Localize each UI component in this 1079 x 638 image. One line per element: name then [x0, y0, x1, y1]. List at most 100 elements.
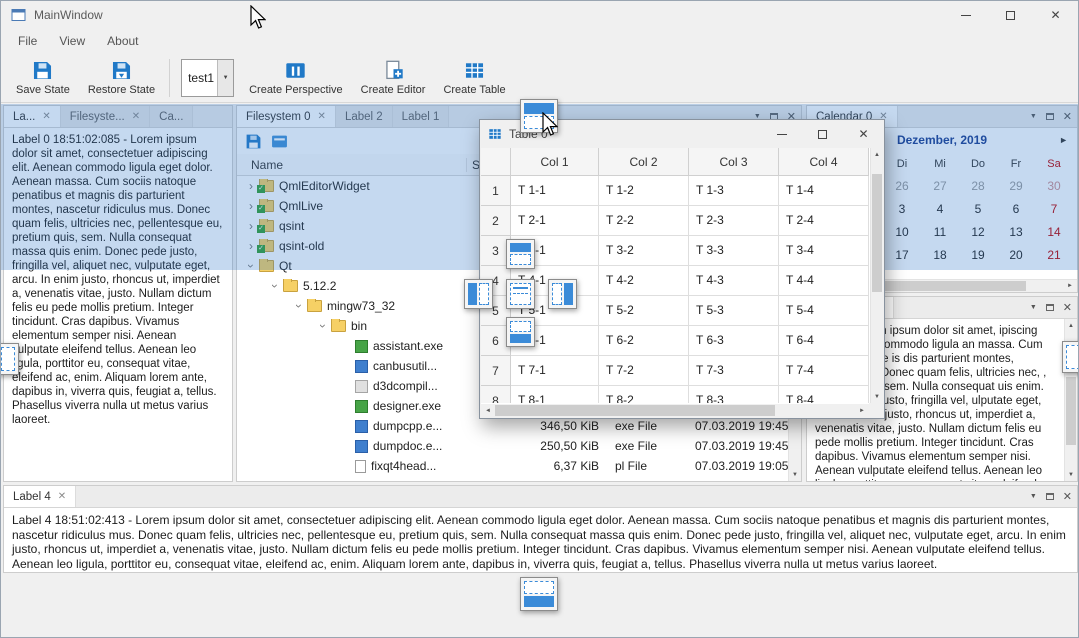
table-cell[interactable]: T 1-2 — [599, 176, 689, 206]
tree-name-cell: ›bin — [237, 319, 467, 333]
table-cell[interactable]: T 7-4 — [779, 356, 869, 386]
drop-indicator-fill — [510, 334, 531, 343]
scroll-right-icon[interactable]: ► — [855, 404, 869, 417]
table-cell[interactable]: T 3-4 — [779, 236, 869, 266]
table-cell[interactable]: T 7-3 — [689, 356, 779, 386]
table-cell[interactable]: T 1-1 — [511, 176, 599, 206]
tabs-menu-icon[interactable]: ▼ — [1030, 493, 1037, 500]
table-hscrollbar[interactable]: ◄ ► — [481, 404, 869, 417]
create-perspective-button[interactable]: Create Perspective — [240, 55, 352, 101]
table-cell[interactable]: T 6-4 — [779, 326, 869, 356]
expander-icon[interactable]: › — [292, 299, 306, 313]
drop-indicator-window-right[interactable] — [1062, 341, 1079, 373]
restore-state-button[interactable]: Restore State — [79, 55, 164, 101]
tree-row[interactable]: dumpcpp.e...346,50 KiBexe File07.03.2019… — [237, 416, 801, 436]
dock-close-icon[interactable]: ✕ — [1063, 490, 1072, 503]
scrollbar-thumb[interactable] — [1066, 377, 1076, 445]
scrollbar-thumb[interactable] — [495, 405, 775, 416]
table-grid: Col 1Col 2Col 3Col 4 1T 1-1T 1-2T 1-3T 1-… — [481, 148, 869, 403]
create-table-button[interactable]: Create Table — [434, 55, 514, 101]
drop-indicator-area-left[interactable] — [464, 279, 493, 309]
table-cell[interactable]: T 7-2 — [599, 356, 689, 386]
create-editor-button[interactable]: Create Editor — [352, 55, 435, 101]
drop-indicator-area-right[interactable] — [548, 279, 577, 309]
close-button[interactable]: ✕ — [1033, 1, 1078, 29]
table-cell[interactable]: T 4-4 — [779, 266, 869, 296]
drop-indicator-window-bottom[interactable] — [520, 577, 558, 611]
file-size: 250,50 KiB — [467, 439, 609, 453]
column-header[interactable]: Col 1 — [511, 148, 599, 176]
tab-close-icon[interactable]: ✕ — [58, 491, 66, 502]
drop-indicator-area-bottom[interactable] — [506, 317, 535, 347]
table-cell[interactable]: T 4-3 — [689, 266, 779, 296]
scroll-left-icon[interactable]: ◄ — [481, 404, 495, 417]
undock-icon[interactable] — [1046, 304, 1054, 311]
table-cell[interactable]: T 5-4 — [779, 296, 869, 326]
maximize-button[interactable] — [988, 1, 1033, 29]
row-header[interactable]: 2 — [481, 206, 511, 236]
drop-indicator-window-top[interactable] — [520, 99, 558, 133]
drop-indicator-area-top[interactable] — [506, 239, 535, 269]
close-button[interactable]: ✕ — [843, 120, 884, 148]
perspective-combo-value: test1 — [188, 71, 214, 85]
table-cell[interactable]: T 5-2 — [599, 296, 689, 326]
table-cell[interactable]: T 2-3 — [689, 206, 779, 236]
close-icon: ✕ — [858, 127, 868, 141]
tree-row[interactable]: fixqt4head...6,37 KiBpl File07.03.2019 1… — [237, 456, 801, 476]
scroll-down-icon[interactable]: ▼ — [789, 468, 801, 481]
save-state-button[interactable]: Save State — [7, 55, 79, 101]
tree-row[interactable]: dumpdoc.e...250,50 KiBexe File07.03.2019… — [237, 436, 801, 456]
row-header[interactable]: 8 — [481, 386, 511, 403]
undock-icon[interactable] — [1046, 493, 1054, 500]
table-cell[interactable]: T 2-2 — [599, 206, 689, 236]
row-header[interactable]: 1 — [481, 176, 511, 206]
dock-close-icon[interactable]: ✕ — [1063, 301, 1072, 314]
expander-icon[interactable]: › — [316, 319, 330, 333]
column-header[interactable]: Col 3 — [689, 148, 779, 176]
tab-label: Label 4 — [13, 491, 51, 503]
table-cell[interactable]: T 3-3 — [689, 236, 779, 266]
menu-file[interactable]: File — [7, 31, 48, 51]
scroll-down-icon[interactable]: ▼ — [871, 390, 883, 403]
scrollbar-track[interactable] — [495, 404, 855, 417]
menu-view[interactable]: View — [48, 31, 96, 51]
title-bar[interactable]: MainWindow ✕ — [1, 1, 1078, 29]
menu-about[interactable]: About — [96, 31, 149, 51]
table-cell[interactable]: T 1-4 — [779, 176, 869, 206]
drop-indicator-window-left[interactable] — [0, 343, 19, 375]
row-header[interactable]: 7 — [481, 356, 511, 386]
table-cell[interactable]: T 8-3 — [689, 386, 779, 403]
table-cell[interactable]: T 5-3 — [689, 296, 779, 326]
drop-indicator-area-center[interactable] — [506, 279, 535, 309]
minimize-button[interactable] — [943, 1, 988, 29]
maximize-button[interactable] — [802, 120, 843, 148]
table-cell[interactable]: T 8-1 — [511, 386, 599, 403]
table-cell[interactable]: T 8-2 — [599, 386, 689, 403]
table-vscrollbar[interactable]: ▲ ▼ — [870, 148, 883, 403]
table-cell[interactable]: T 3-2 — [599, 236, 689, 266]
perspective-combo[interactable]: test1 ▼ — [181, 59, 234, 97]
combo-dropdown-icon[interactable]: ▼ — [217, 60, 233, 96]
table-cell[interactable]: T 8-4 — [779, 386, 869, 403]
table-cell[interactable]: T 1-3 — [689, 176, 779, 206]
scroll-up-icon[interactable]: ▲ — [871, 148, 883, 161]
minimize-button[interactable] — [761, 120, 802, 148]
table-widget: Col 1Col 2Col 3Col 4 1T 1-1T 1-2T 1-3T 1-… — [481, 148, 883, 417]
tabs-menu-icon[interactable]: ▼ — [1030, 304, 1037, 311]
tab-label-4[interactable]: Label 4 ✕ — [4, 486, 76, 507]
scrollbar-thumb[interactable] — [872, 174, 882, 292]
floating-table-window[interactable]: Table 0 ✕ Col 1Col 2Col 3Col 41T 1-1T 1-… — [479, 119, 885, 419]
file-size: 346,50 KiB — [467, 419, 609, 433]
scroll-down-icon[interactable]: ▼ — [1065, 468, 1077, 481]
table-cell[interactable]: T 2-4 — [779, 206, 869, 236]
table-cell[interactable]: T 2-1 — [511, 206, 599, 236]
column-header[interactable]: Col 4 — [779, 148, 869, 176]
table-cell[interactable]: T 7-1 — [511, 356, 599, 386]
column-header[interactable]: Col 2 — [599, 148, 689, 176]
table-cell[interactable]: T 4-2 — [599, 266, 689, 296]
table-cell[interactable]: T 6-2 — [599, 326, 689, 356]
expander-icon[interactable]: › — [268, 279, 282, 293]
scroll-right-icon[interactable]: ► — [1063, 280, 1077, 292]
scroll-up-icon[interactable]: ▲ — [1065, 319, 1077, 332]
table-cell[interactable]: T 6-3 — [689, 326, 779, 356]
